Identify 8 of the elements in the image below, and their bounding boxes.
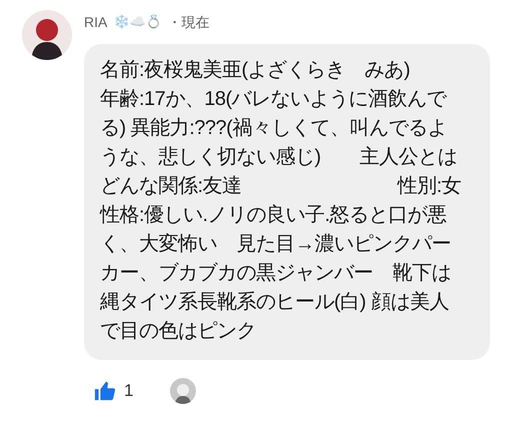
timestamp: ・現在 [167,12,210,32]
thumbs-up-icon[interactable] [94,380,116,402]
like-count: 1 [124,380,134,402]
message-text: 名前:夜桜鬼美亜(よざくらき みあ) 年齢:17か、18(バレないように酒飲んで る) 異能力:???(禍々しくて、叫んでるよ うな、悲しく切ない感じ) 主人公とは どんな関係:友達 性別:女 性格:優しい.ノリの良い子.怒ると口が悪 く、大変怖い 見た目→濃いピンクパー カー、ブカブカの黒ジャンバー 靴下は 縄タイツ系長靴系のヒール(白) 顔は美人 で目の色はピンク [100,58,462,344]
author-name[interactable]: RIA [84,12,108,32]
user-avatar[interactable] [22,10,72,60]
emoji-badges: ❄☁💍 [113,12,162,32]
reactor-avatar[interactable] [170,378,196,404]
